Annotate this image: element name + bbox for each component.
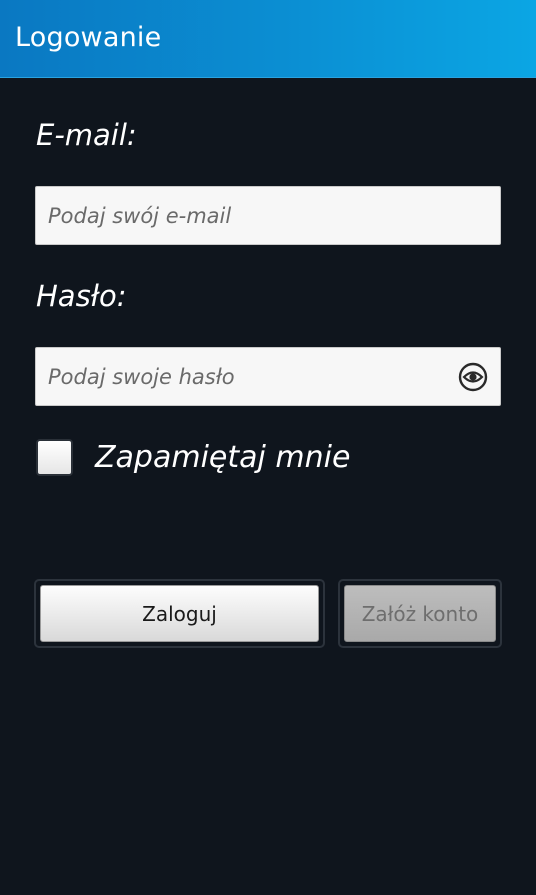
email-field[interactable] <box>48 187 448 244</box>
register-button-frame: Załóż konto <box>338 579 502 648</box>
email-label: E-mail: <box>36 118 137 152</box>
email-field-box[interactable] <box>35 186 501 245</box>
login-button[interactable]: Zaloguj <box>40 585 319 642</box>
password-field-box[interactable] <box>35 347 501 406</box>
remember-me-checkbox[interactable] <box>36 439 73 476</box>
login-screen: Logowanie E-mail: Hasło: Zapamiętaj mnie… <box>0 0 536 895</box>
title-bar: Logowanie <box>0 0 536 78</box>
remember-me-label[interactable]: Zapamiętaj mnie <box>95 440 350 475</box>
page-title: Logowanie <box>15 22 162 53</box>
login-button-frame: Zaloguj <box>34 579 325 648</box>
password-label: Hasło: <box>36 279 127 313</box>
password-field[interactable] <box>48 348 448 405</box>
eye-icon[interactable] <box>458 362 488 392</box>
register-button[interactable]: Załóż konto <box>344 585 496 642</box>
